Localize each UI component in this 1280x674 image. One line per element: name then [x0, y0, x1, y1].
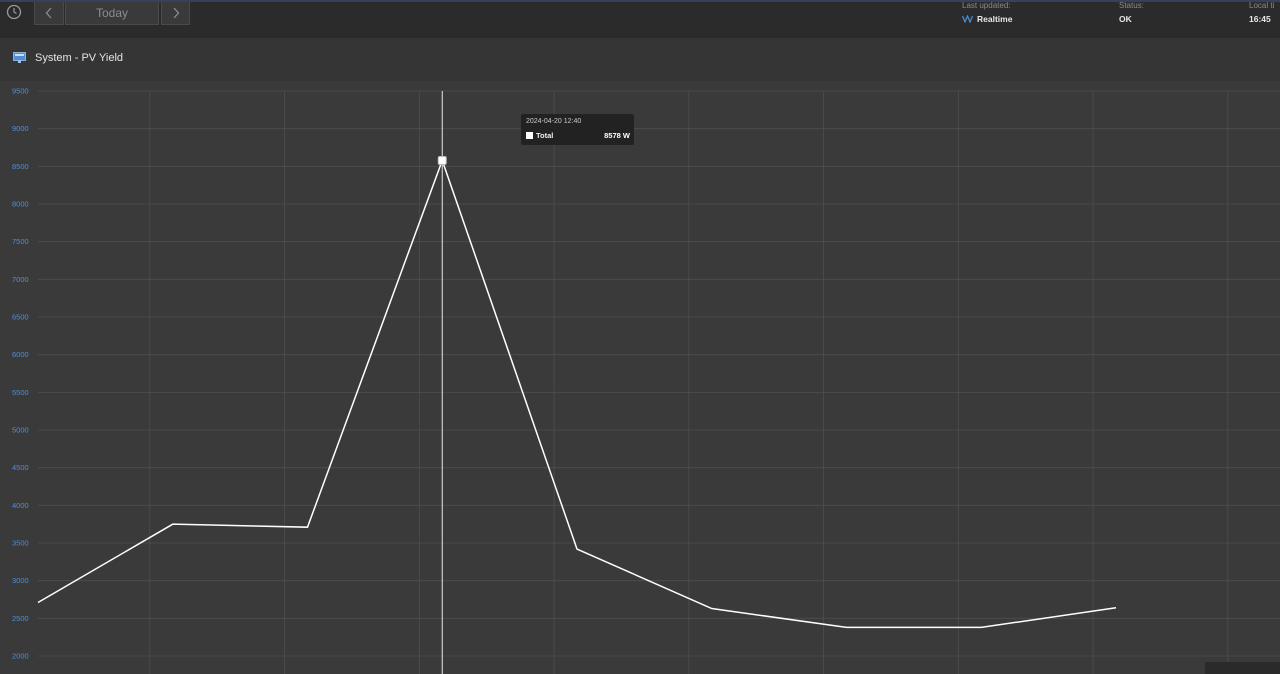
previous-day-button[interactable]: [34, 2, 64, 25]
data-point[interactable]: [708, 605, 716, 613]
tooltip-series-swatch: [526, 132, 533, 139]
data-point[interactable]: [843, 623, 851, 631]
panel-header: System - PV Yield: [0, 38, 1280, 81]
solar-panel-icon: [13, 52, 26, 63]
y-tick-label: 7500: [12, 237, 29, 246]
clock-icon[interactable]: [6, 4, 22, 20]
y-tick-label: 9000: [12, 124, 29, 133]
y-tick-label: 8000: [12, 200, 29, 209]
panel-title: System - PV Yield: [35, 52, 124, 64]
status-label: Status:: [1119, 1, 1144, 10]
y-tick-label: 6000: [12, 350, 29, 359]
next-day-button[interactable]: [161, 2, 190, 25]
top-bar: Today Last updated: Realtime Status: OK …: [0, 0, 1280, 38]
corner-panel: [1205, 662, 1280, 674]
pv-yield-chart[interactable]: 2000 2500 3000 3500 4000 4500 5000 5500 6000 6500…: [0, 81, 1280, 674]
chart-area[interactable]: 2000 2500 3000 3500 4000 4500 5000 5500 6000 6500…: [0, 81, 1280, 674]
chart-tooltip: 2024-04-20 12:40 Total 8578 W: [521, 114, 634, 145]
y-tick-label: 7000: [12, 275, 29, 284]
data-point[interactable]: [1112, 604, 1120, 612]
chevron-right-icon: [173, 7, 179, 19]
series-line-total[interactable]: [37, 158, 1117, 629]
realtime-icon: [962, 15, 973, 23]
data-point[interactable]: [573, 545, 581, 553]
tooltip-series-name: Total: [536, 131, 554, 140]
y-tick-label: 5500: [12, 388, 29, 397]
y-tick-label: 4000: [12, 501, 29, 510]
y-tick-label: 5000: [12, 426, 29, 435]
data-point[interactable]: [304, 523, 312, 531]
y-tick-label: 4500: [12, 463, 29, 472]
data-point[interactable]: [34, 599, 42, 607]
today-button[interactable]: Today: [65, 2, 159, 25]
last-updated-label: Last updated:: [962, 1, 1011, 10]
y-tick-label: 2500: [12, 614, 29, 623]
data-point[interactable]: [169, 520, 177, 528]
y-tick-label: 6500: [12, 313, 29, 322]
tooltip-value: 8578 W: [604, 131, 630, 140]
data-point[interactable]: [977, 623, 985, 631]
status-value: OK: [1119, 14, 1132, 24]
chevron-left-icon: [45, 7, 52, 19]
y-tick-label: 3500: [12, 539, 29, 548]
y-tick-label: 8500: [12, 162, 29, 171]
data-point[interactable]: [437, 155, 447, 165]
local-time-label: Local ti: [1249, 1, 1275, 10]
y-tick-label: 9500: [12, 87, 29, 96]
tooltip-date: 2024-04-20 12:40: [526, 118, 582, 125]
local-time-value: 16:45: [1249, 14, 1271, 24]
last-updated-value: Realtime: [977, 14, 1013, 24]
y-tick-label: 3000: [12, 576, 29, 585]
y-tick-label: 2000: [12, 652, 29, 661]
